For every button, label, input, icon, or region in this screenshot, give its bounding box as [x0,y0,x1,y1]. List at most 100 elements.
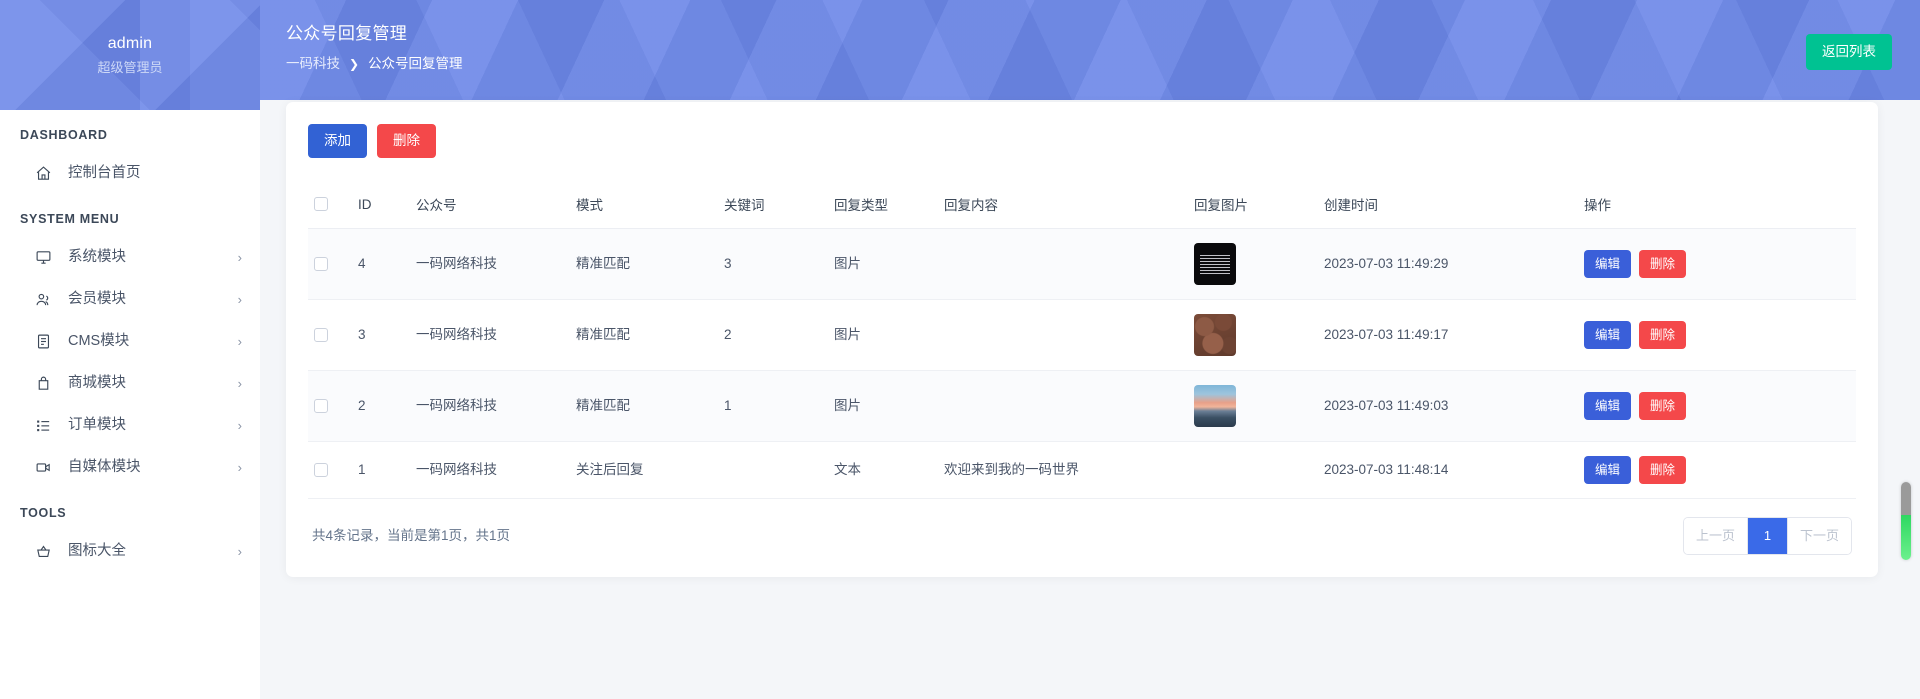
td-created-time: 2023-07-03 11:48:14 [1318,441,1578,499]
th-mode: 模式 [570,182,718,229]
td-reply-type: 图片 [828,228,938,300]
chevron-right-icon: › [237,291,242,307]
app-root: admin 超级管理员 DASHBOARD 控制台首页 SYSTEM MENU … [0,0,1920,699]
td-account: 一码网络科技 [410,441,570,499]
reply-image-thumbnail[interactable] [1194,385,1236,427]
th-reply-content: 回复内容 [938,182,1188,229]
sidebar-item-media-module[interactable]: 自媒体模块 › [0,446,260,488]
monitor-icon [32,246,54,268]
batch-delete-button[interactable]: 删除 [377,124,436,158]
sidebar-item-icon-library[interactable]: 图标大全 › [0,530,260,572]
td-created-time: 2023-07-03 11:49:03 [1318,370,1578,442]
main-content: 公众号回复管理 一码科技 ❯ 公众号回复管理 返回列表 添加 删除 ID 公众号… [260,0,1920,699]
record-count-info: 共4条记录，当前是第1页，共1页 [312,528,511,543]
td-account: 一码网络科技 [410,299,570,371]
table-row: 1 一码网络科技 关注后回复 文本 欢迎来到我的一码世界 2023-07-03 … [308,441,1856,499]
pagination: 上一页 1 下一页 [1682,517,1852,555]
chevron-right-icon: ❯ [349,57,360,71]
table-head: ID 公众号 模式 关键词 回复类型 回复内容 回复图片 创建时间 操作 [308,182,1856,229]
select-all-checkbox[interactable] [314,197,328,211]
td-operations: 编辑 删除 [1578,370,1856,442]
td-reply-type: 图片 [828,299,938,371]
sidebar-item-label: 订单模块 [68,417,126,433]
td-reply-type: 图片 [828,370,938,442]
td-created-time: 2023-07-03 11:49:29 [1318,228,1578,300]
pagination-next-button[interactable]: 下一页 [1787,518,1851,554]
row-checkbox[interactable] [314,328,328,342]
td-mode: 精准匹配 [570,228,718,300]
td-id: 4 [352,228,410,300]
td-select [308,228,352,300]
sidebar-item-shop-module[interactable]: 商城模块 › [0,362,260,404]
edit-button[interactable]: 编辑 [1584,250,1632,278]
sidebar-item-label: 系统模块 [68,249,126,265]
breadcrumb: 一码科技 ❯ 公众号回复管理 [286,54,1894,74]
pagination-prev-button[interactable]: 上一页 [1683,518,1748,554]
row-checkbox[interactable] [314,257,328,271]
table-header-row: ID 公众号 模式 关键词 回复类型 回复内容 回复图片 创建时间 操作 [308,182,1856,229]
td-select [308,299,352,371]
sidebar-item-label: 商城模块 [68,375,126,391]
td-account: 一码网络科技 [410,228,570,300]
sidebar-item-member-module[interactable]: 会员模块 › [0,278,260,320]
td-id: 2 [352,370,410,442]
profile-username: admin [107,35,153,52]
td-keyword: 3 [718,228,828,300]
nav-section-title-tools: TOOLS [20,506,67,520]
table-footer: 共4条记录，当前是第1页，共1页 上一页 1 下一页 [308,499,1856,559]
pagination-page-1[interactable]: 1 [1747,518,1788,554]
delete-button[interactable]: 删除 [1639,392,1687,420]
td-reply-content [938,228,1188,300]
nav-section-title-system-menu: SYSTEM MENU [20,212,120,226]
row-checkbox[interactable] [314,399,328,413]
breadcrumb-root[interactable]: 一码科技 [286,54,340,74]
vertical-scrollbar-thumb[interactable] [1901,482,1911,560]
row-checkbox[interactable] [314,463,328,477]
td-reply-image [1188,370,1318,442]
td-id: 3 [352,299,410,371]
edit-button[interactable]: 编辑 [1584,456,1632,484]
td-reply-image [1188,441,1318,499]
reply-image-thumbnail[interactable] [1194,243,1236,285]
list-icon [32,414,54,436]
table-row: 4 一码网络科技 精准匹配 3 图片 2023-07-03 11:49:29 编… [308,228,1856,300]
bag-icon [32,372,54,394]
delete-button[interactable]: 删除 [1639,456,1687,484]
td-select [308,370,352,442]
row-actions: 编辑 删除 [1584,250,1850,278]
page-title: 公众号回复管理 [286,24,408,43]
td-operations: 编辑 删除 [1578,299,1856,371]
table-body: 4 一码网络科技 精准匹配 3 图片 2023-07-03 11:49:29 编… [308,228,1856,499]
td-reply-image [1188,228,1318,300]
chevron-right-icon: › [237,543,242,559]
add-button[interactable]: 添加 [308,124,367,158]
edit-button[interactable]: 编辑 [1584,321,1632,349]
basket-icon [32,540,54,562]
vertical-scrollbar-track[interactable] [1900,0,1912,699]
nav-section-title-dashboard: DASHBOARD [20,128,108,142]
row-actions: 编辑 删除 [1584,456,1850,484]
td-mode: 精准匹配 [570,370,718,442]
sidebar-item-order-module[interactable]: 订单模块 › [0,404,260,446]
delete-button[interactable]: 删除 [1639,321,1687,349]
td-mode: 关注后回复 [570,441,718,499]
delete-button[interactable]: 删除 [1639,250,1687,278]
sidebar-profile: admin 超级管理员 [0,0,260,110]
td-select [308,441,352,499]
return-to-list-button[interactable]: 返回列表 [1806,34,1892,70]
sidebar-item-dashboard-home[interactable]: 控制台首页 [0,152,260,194]
sidebar-item-system-module[interactable]: 系统模块 › [0,236,260,278]
sidebar-item-label: CMS模块 [68,333,130,349]
row-actions: 编辑 删除 [1584,321,1850,349]
profile-role: 超级管理员 [97,60,163,75]
chevron-right-icon: › [237,459,242,475]
th-account: 公众号 [410,182,570,229]
reply-image-thumbnail[interactable] [1194,314,1236,356]
td-reply-type: 文本 [828,441,938,499]
td-keyword: 2 [718,299,828,371]
td-keyword [718,441,828,499]
page-header: 公众号回复管理 一码科技 ❯ 公众号回复管理 返回列表 [260,0,1920,100]
edit-button[interactable]: 编辑 [1584,392,1632,420]
chevron-right-icon: › [237,417,242,433]
sidebar-item-cms-module[interactable]: CMS模块 › [0,320,260,362]
